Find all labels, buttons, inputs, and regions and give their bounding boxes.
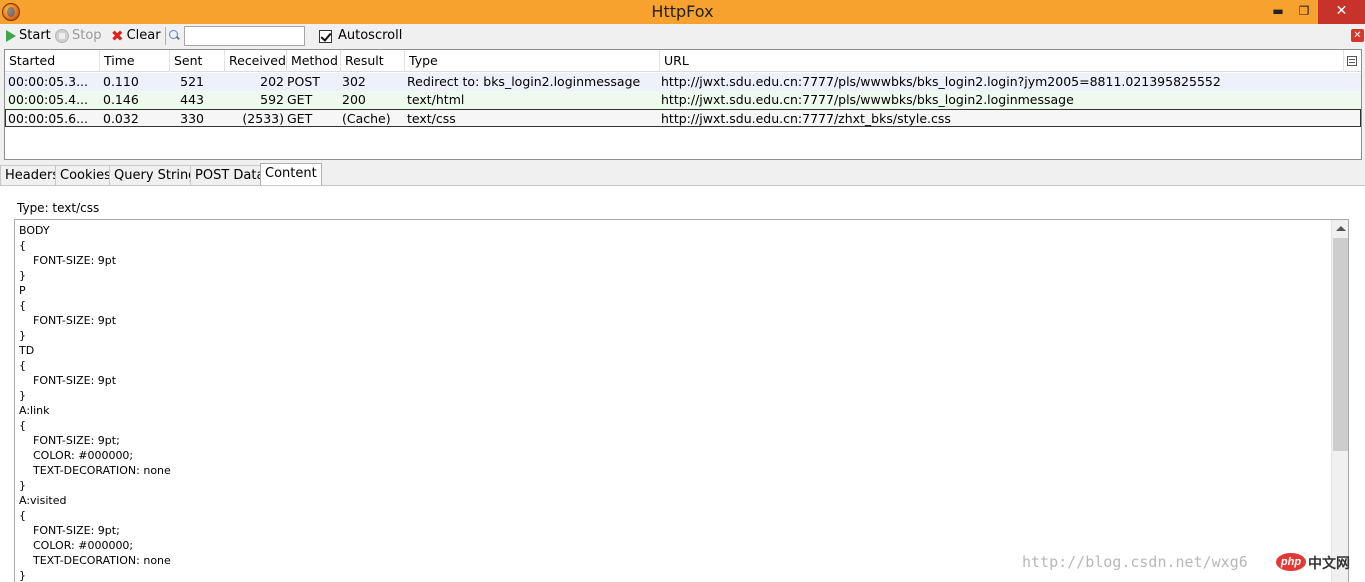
css-line: FONT-SIZE: 9pt	[19, 254, 117, 267]
cell-method: POST	[287, 74, 320, 89]
maximize-button[interactable]: ❐	[1290, 0, 1318, 24]
cell-result: 302	[342, 74, 366, 89]
table-row-selected[interactable]: 00:00:05.6... 0.032 330 (2533) GET (Cach…	[5, 109, 1361, 127]
css-line: COLOR: #000000;	[19, 539, 134, 552]
start-button[interactable]: Start	[6, 27, 51, 45]
search-icon	[168, 29, 180, 41]
css-source: BODY { FONT-SIZE: 9pt} P { FONT-SIZE: 9pt} T…	[19, 223, 171, 582]
column-header-method[interactable]: Method	[287, 50, 341, 72]
css-line: }	[19, 479, 26, 492]
tab-cookies[interactable]: Cookies	[55, 165, 116, 186]
toolbar-divider	[165, 27, 166, 45]
cell-url: http://jwxt.sdu.edu.cn:7777/pls/wwwbks/b…	[661, 74, 1221, 89]
css-line: TEXT-DECORATION: none	[19, 554, 171, 567]
css-line: FONT-SIZE: 9pt	[19, 374, 117, 387]
column-header-result[interactable]: Result	[341, 50, 405, 72]
cell-method: GET	[287, 92, 313, 107]
autoscroll-label: Autoscroll	[338, 28, 403, 43]
start-label: Start	[19, 28, 51, 43]
css-line: FONT-SIZE: 9pt	[19, 314, 117, 327]
cell-time: 0.146	[103, 92, 139, 107]
toolbar: Start Stop ✖ Clear Autoscroll ✕	[0, 24, 1365, 48]
cell-received: (2533)	[242, 111, 284, 126]
css-line: }	[19, 329, 26, 342]
cell-time: 0.110	[103, 74, 139, 89]
css-line: TEXT-DECORATION: none	[19, 464, 171, 477]
vertical-scrollbar[interactable]	[1331, 220, 1348, 582]
close-window-button[interactable]: ✕	[1318, 0, 1365, 24]
php-logo-badge: php	[1276, 553, 1306, 571]
css-line: {	[19, 359, 26, 372]
cell-method: GET	[287, 111, 313, 126]
css-line: }	[19, 569, 26, 582]
clear-button[interactable]: ✖ Clear	[111, 27, 161, 45]
cell-url: http://jwxt.sdu.edu.cn:7777/zhxt_bks/sty…	[661, 111, 951, 126]
cell-result: 200	[342, 92, 366, 107]
table-row[interactable]: 00:00:05.4... 0.146 443 592 GET 200 text…	[5, 91, 1361, 109]
cell-received: 592	[260, 92, 284, 107]
cell-received: 202	[260, 74, 284, 89]
watermark-logo: php 中文网	[1276, 551, 1356, 575]
table-row[interactable]: 00:00:05.3... 0.110 521 202 POST 302 Red…	[5, 73, 1361, 91]
php-logo-text: 中文网	[1308, 556, 1350, 572]
css-line: {	[19, 239, 26, 252]
clear-label: Clear	[126, 28, 161, 43]
css-line: P	[19, 284, 26, 297]
cell-type: text/css	[407, 111, 456, 126]
minimize-button[interactable]: ▬	[1264, 0, 1292, 24]
close-panel-icon[interactable]: ✕	[1351, 29, 1364, 42]
cell-started: 00:00:05.4...	[8, 92, 88, 107]
cell-time: 0.032	[103, 111, 139, 126]
play-icon	[6, 29, 16, 42]
title-bar: HttpFox ▬ ❐ ✕	[0, 0, 1365, 24]
column-picker-icon[interactable]	[1347, 56, 1357, 66]
column-header-started[interactable]: Started	[5, 50, 100, 72]
css-line: {	[19, 419, 26, 432]
column-header-sent[interactable]: Sent	[170, 50, 225, 72]
column-header-url[interactable]: URL	[660, 50, 1344, 72]
autoscroll-checkbox[interactable]	[319, 30, 332, 43]
cell-sent: 330	[180, 111, 204, 126]
tab-post-data[interactable]: POST Data	[190, 165, 270, 186]
tab-content[interactable]: Content	[260, 163, 322, 186]
css-line: {	[19, 509, 26, 522]
cell-url: http://jwxt.sdu.edu.cn:7777/pls/wwwbks/b…	[661, 92, 1074, 107]
column-header-time[interactable]: Time	[100, 50, 170, 72]
column-header-received[interactable]: Received	[225, 50, 287, 72]
cell-type: text/html	[407, 92, 465, 107]
filter-input[interactable]	[184, 26, 305, 46]
scroll-up-arrow-icon[interactable]	[1336, 226, 1346, 231]
css-line: }	[19, 269, 26, 282]
clear-x-icon: ✖	[111, 26, 124, 45]
css-line: BODY	[19, 224, 50, 237]
css-line: {	[19, 299, 26, 312]
css-line: }	[19, 389, 26, 402]
cell-started: 00:00:05.6...	[8, 111, 88, 126]
css-line: FONT-SIZE: 9pt;	[19, 524, 120, 537]
window-title: HttpFox	[651, 2, 714, 21]
css-line: FONT-SIZE: 9pt;	[19, 434, 120, 447]
cell-sent: 443	[180, 92, 204, 107]
tab-query-string[interactable]: Query String	[109, 165, 202, 186]
css-line: A:link	[19, 404, 50, 417]
content-panel: Type: text/css BODY { FONT-SIZE: 9pt} P { F…	[0, 186, 1365, 582]
css-line: A:visited	[19, 494, 67, 507]
css-line: TD	[19, 344, 35, 357]
cell-sent: 521	[180, 74, 204, 89]
scroll-thumb[interactable]	[1333, 238, 1348, 451]
css-line: COLOR: #000000;	[19, 449, 134, 462]
stop-label: Stop	[72, 28, 102, 43]
cell-result: (Cache)	[342, 111, 391, 126]
watermark-url: http://blog.csdn.net/wxg6	[1022, 553, 1248, 571]
content-type-label: Type: text/css	[17, 201, 100, 215]
request-table: Started Time Sent Received Method Result…	[4, 49, 1362, 160]
content-text-area[interactable]: BODY { FONT-SIZE: 9pt} P { FONT-SIZE: 9pt} T…	[14, 219, 1349, 582]
stop-button[interactable]: Stop	[55, 27, 102, 45]
table-header: Started Time Sent Received Method Result…	[5, 50, 1361, 72]
detail-tabs: Headers Cookies Query String POST Data C…	[0, 163, 1365, 186]
column-header-type[interactable]: Type	[405, 50, 660, 72]
cell-type: Redirect to: bks_login2.loginmessage	[407, 74, 641, 89]
cell-started: 00:00:05.3...	[8, 74, 88, 89]
stop-icon	[55, 28, 69, 43]
